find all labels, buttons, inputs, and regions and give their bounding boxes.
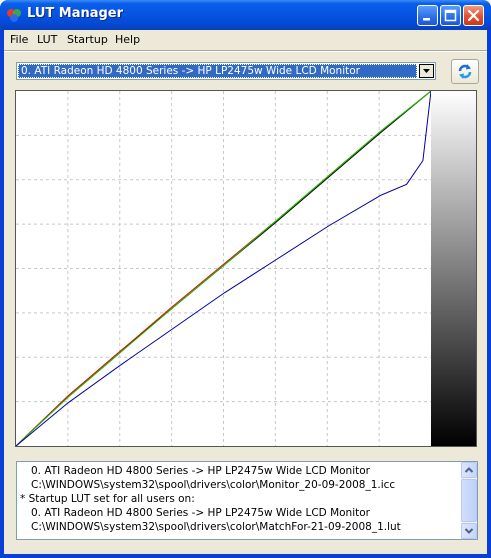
log-line: * Startup LUT set for all users on:	[20, 493, 195, 505]
menu-help[interactable]: Help	[115, 33, 140, 46]
minimize-button[interactable]	[417, 5, 438, 26]
menu-bar: File LUT Startup Help	[4, 30, 487, 49]
window-title: LUT Manager	[27, 6, 124, 21]
log-scrollbar[interactable]	[461, 462, 477, 539]
refresh-icon	[458, 64, 472, 79]
menu-startup[interactable]: Startup	[67, 33, 108, 46]
lut-chart-svg	[15, 90, 476, 447]
menu-startup-label: Startup	[67, 33, 108, 46]
scroll-up-button[interactable]	[461, 462, 477, 478]
log-line: 0. ATI Radeon HD 4800 Series -> HP LP247…	[31, 465, 370, 477]
grayscale-ramp	[431, 91, 476, 446]
menu-lut[interactable]: LUT	[37, 33, 57, 46]
app-icon	[6, 7, 22, 23]
chevron-up-icon	[464, 467, 474, 473]
menu-help-label: Help	[115, 33, 141, 46]
maximize-button[interactable]	[440, 5, 461, 26]
log-line: C:\WINDOWS\system32\spool\drivers\color\…	[31, 479, 396, 491]
chevron-down-icon	[423, 69, 430, 73]
menu-file[interactable]: File	[10, 33, 28, 46]
app-window: LUT Manager File LUT Startup Help 0. ATI…	[0, 0, 491, 558]
menu-file-label: File	[10, 33, 29, 46]
title-bar[interactable]: LUT Manager	[0, 0, 491, 30]
refresh-button[interactable]	[451, 59, 479, 84]
menu-separator	[4, 50, 487, 52]
close-button[interactable]	[463, 5, 484, 26]
scroll-thumb[interactable]	[461, 479, 477, 522]
lut-chart	[15, 90, 477, 447]
device-select-value: 0. ATI Radeon HD 4800 Series -> HP LP247…	[18, 64, 417, 78]
client-area: File LUT Startup Help 0. ATI Radeon HD 4…	[4, 30, 487, 554]
log-box[interactable]: 0. ATI Radeon HD 4800 Series -> HP LP247…	[16, 461, 478, 540]
device-select-dropdown-button[interactable]	[419, 64, 434, 78]
device-select[interactable]: 0. ATI Radeon HD 4800 Series -> HP LP247…	[16, 62, 436, 80]
chevron-down-icon	[464, 528, 474, 534]
menu-lut-label: LUT	[37, 33, 58, 46]
scroll-down-button[interactable]	[461, 523, 477, 539]
log-line: 0. ATI Radeon HD 4800 Series -> HP LP247…	[31, 507, 370, 519]
log-line: C:\WINDOWS\system32\spool\drivers\color\…	[31, 521, 401, 533]
